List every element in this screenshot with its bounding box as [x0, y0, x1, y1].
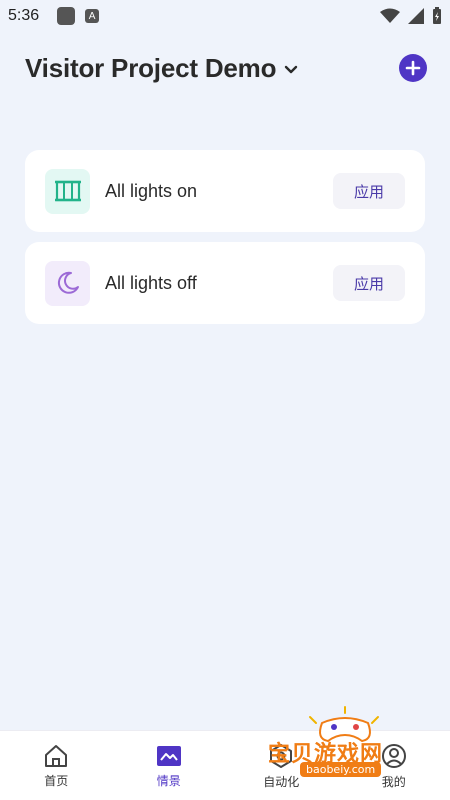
- nav-item-home[interactable]: 首页: [0, 731, 113, 800]
- status-time: 5:36: [8, 7, 40, 24]
- nav-label: 自动化: [263, 775, 300, 789]
- battery-icon: [433, 7, 441, 24]
- scene-card-all-lights-off[interactable]: All lights off 应用: [25, 242, 425, 324]
- wifi-icon: [380, 8, 400, 23]
- signal-icon: [408, 8, 424, 24]
- project-title[interactable]: Visitor Project Demo: [25, 53, 276, 84]
- app-notification-icon: A: [85, 9, 100, 23]
- plus-icon: [405, 60, 421, 76]
- lights-on-icon: [45, 168, 90, 214]
- scene-label: All lights on: [105, 180, 198, 201]
- home-icon: [45, 745, 68, 767]
- moon-icon: [45, 260, 90, 306]
- status-indicators: [380, 7, 442, 25]
- apply-button[interactable]: 应用: [333, 265, 405, 301]
- watermark-url: baobeiy.com: [300, 762, 382, 777]
- add-scene-button[interactable]: [399, 54, 427, 82]
- nav-label: 情景: [156, 774, 181, 788]
- status-bar: 5:36 A: [0, 0, 450, 32]
- nav-label: 首页: [44, 774, 69, 788]
- scene-card-all-lights-on[interactable]: All lights on 应用: [25, 150, 425, 232]
- scene-label: All lights off: [105, 272, 197, 293]
- nav-item-scene[interactable]: 情景: [113, 731, 226, 800]
- apply-button[interactable]: 应用: [333, 173, 405, 209]
- scene-icon: [156, 746, 181, 766]
- header: Visitor Project Demo: [25, 48, 427, 88]
- notification-icon: [57, 7, 76, 25]
- chevron-down-icon[interactable]: [284, 65, 298, 75]
- scene-list: All lights on 应用 All lights off 应用: [25, 150, 425, 334]
